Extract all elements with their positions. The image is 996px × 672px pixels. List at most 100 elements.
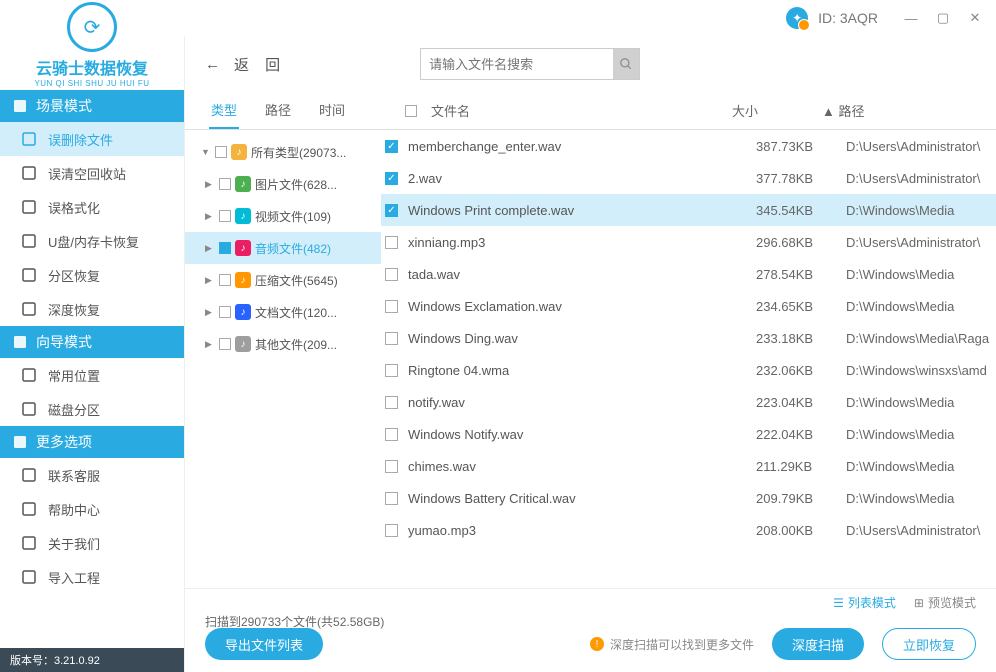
sidebar-item[interactable]: 关于我们 <box>0 526 184 560</box>
expand-icon[interactable]: ▶ <box>205 307 215 318</box>
export-list-button[interactable]: 导出文件列表 <box>205 628 323 660</box>
tree-checkbox[interactable] <box>219 178 231 190</box>
expand-icon[interactable]: ▶ <box>205 179 215 190</box>
file-row[interactable]: memberchange_enter.wav387.73KBD:\Users\A… <box>381 130 996 162</box>
file-checkbox[interactable] <box>385 236 398 249</box>
file-checkbox[interactable] <box>385 172 398 185</box>
file-row[interactable]: tada.wav278.54KBD:\Windows\Media <box>381 258 996 290</box>
sidebar-item[interactable]: 误清空回收站 <box>0 156 184 190</box>
expand-icon[interactable]: ▼ <box>201 147 211 157</box>
file-checkbox[interactable] <box>385 492 398 505</box>
filetype-icon: ♪ <box>235 176 251 192</box>
file-checkbox[interactable] <box>385 460 398 473</box>
logo: ⟳ 云骑士数据恢复 YUN QI SHI SHU JU HUI FU <box>0 0 184 90</box>
item-icon <box>20 500 38 518</box>
tree-node[interactable]: ▶♪压缩文件(5645) <box>185 264 381 296</box>
file-checkbox[interactable] <box>385 332 398 345</box>
file-size: 211.29KB <box>756 459 846 474</box>
sidebar-item[interactable]: 帮助中心 <box>0 492 184 526</box>
column-path[interactable]: ▲ 路径 <box>822 101 972 120</box>
file-row[interactable]: xinniang.mp3296.68KBD:\Users\Administrat… <box>381 226 996 258</box>
column-checkbox[interactable] <box>405 105 431 117</box>
tree-checkbox[interactable] <box>219 242 231 254</box>
expand-icon[interactable]: ▶ <box>205 339 215 350</box>
tree-checkbox[interactable] <box>215 146 227 158</box>
file-size: 387.73KB <box>756 139 846 154</box>
recover-button[interactable]: 立即恢复 <box>882 628 976 660</box>
file-checkbox[interactable] <box>385 268 398 281</box>
sidebar-header: 更多选项 <box>0 426 184 458</box>
file-path: D:\Users\Administrator\ <box>846 235 996 250</box>
file-checkbox[interactable] <box>385 524 398 537</box>
user-badge-icon[interactable]: ✦ <box>786 7 808 29</box>
file-row[interactable]: Windows Battery Critical.wav209.79KBD:\W… <box>381 482 996 514</box>
sidebar-item-label: 导入工程 <box>48 568 100 587</box>
sidebar-item[interactable]: 误删除文件 <box>0 122 184 156</box>
deep-scan-button[interactable]: 深度扫描 <box>772 628 864 660</box>
item-icon <box>20 466 38 484</box>
sidebar-item[interactable]: U盘/内存卡恢复 <box>0 224 184 258</box>
column-size[interactable]: 大小 <box>732 101 822 120</box>
close-button[interactable]: ✕ <box>964 7 986 29</box>
tree-node[interactable]: ▶ ♪图片文件(628... <box>185 168 381 200</box>
tree-node[interactable]: ▶♪音频文件(482) <box>185 232 381 264</box>
file-row[interactable]: Windows Ding.wav233.18KBD:\Windows\Media… <box>381 322 996 354</box>
item-icon <box>20 534 38 552</box>
file-checkbox[interactable] <box>385 300 398 313</box>
file-checkbox[interactable] <box>385 364 398 377</box>
preview-mode-button[interactable]: ⊞ 预览模式 <box>914 594 976 611</box>
search-button[interactable] <box>613 49 639 79</box>
file-row[interactable]: yumao.mp3208.00KBD:\Users\Administrator\ <box>381 514 996 546</box>
tree-label: 图片文件(628... <box>255 176 337 193</box>
tab[interactable]: 类型 <box>209 92 239 129</box>
file-row[interactable]: Windows Print complete.wav345.54KBD:\Win… <box>381 194 996 226</box>
sidebar-item[interactable]: 常用位置 <box>0 358 184 392</box>
sidebar-item[interactable]: 分区恢复 <box>0 258 184 292</box>
file-row[interactable]: 2.wav377.78KBD:\Users\Administrator\ <box>381 162 996 194</box>
expand-icon[interactable]: ▶ <box>205 243 215 254</box>
tree-label: 文档文件(120... <box>255 304 337 321</box>
list-mode-button[interactable]: ☰ 列表模式 <box>833 594 896 611</box>
maximize-button[interactable]: ▢ <box>932 7 954 29</box>
minimize-button[interactable]: — <box>900 7 922 29</box>
file-path: D:\Windows\Media <box>846 427 996 442</box>
tree-node[interactable]: ▶♪文档文件(120... <box>185 296 381 328</box>
tree-node[interactable]: ▼♪所有类型(29073... <box>185 136 381 168</box>
search-input[interactable] <box>421 57 613 72</box>
file-checkbox[interactable] <box>385 428 398 441</box>
tree-checkbox[interactable] <box>219 306 231 318</box>
tree-checkbox[interactable] <box>219 274 231 286</box>
file-name: 2.wav <box>408 171 756 186</box>
sidebar-item[interactable]: 联系客服 <box>0 458 184 492</box>
sidebar-item[interactable]: 深度恢复 <box>0 292 184 326</box>
column-filename[interactable]: 文件名 <box>431 101 732 120</box>
file-size: 377.78KB <box>756 171 846 186</box>
back-button[interactable]: ← 返 回 <box>205 54 286 75</box>
tab[interactable]: 时间 <box>317 92 347 129</box>
file-checkbox[interactable] <box>385 140 398 153</box>
tab[interactable]: 路径 <box>263 92 293 129</box>
file-row[interactable]: notify.wav223.04KBD:\Windows\Media <box>381 386 996 418</box>
file-checkbox[interactable] <box>385 396 398 409</box>
file-row[interactable]: Windows Exclamation.wav234.65KBD:\Window… <box>381 290 996 322</box>
sidebar-item[interactable]: 磁盘分区 <box>0 392 184 426</box>
expand-icon[interactable]: ▶ <box>205 211 215 222</box>
tree-node[interactable]: ▶♪其他文件(209... <box>185 328 381 360</box>
file-checkbox[interactable] <box>385 204 398 217</box>
file-path: D:\Windows\Media <box>846 203 996 218</box>
sidebar-item[interactable]: 误格式化 <box>0 190 184 224</box>
sidebar-item-label: 误清空回收站 <box>48 164 126 183</box>
file-row[interactable]: Windows Notify.wav222.04KBD:\Windows\Med… <box>381 418 996 450</box>
item-icon <box>20 266 38 284</box>
file-size: 234.65KB <box>756 299 846 314</box>
tree-checkbox[interactable] <box>219 338 231 350</box>
file-row[interactable]: chimes.wav211.29KBD:\Windows\Media <box>381 450 996 482</box>
logo-icon: ⟳ <box>67 2 117 52</box>
sidebar-item-label: U盘/内存卡恢复 <box>48 232 139 251</box>
file-row[interactable]: Ringtone 04.wma232.06KBD:\Windows\winsxs… <box>381 354 996 386</box>
sidebar-item[interactable]: 导入工程 <box>0 560 184 594</box>
tree-node[interactable]: ▶♪视频文件(109) <box>185 200 381 232</box>
expand-icon[interactable]: ▶ <box>205 275 215 286</box>
tree-checkbox[interactable] <box>219 210 231 222</box>
sidebar-header: 向导模式 <box>0 326 184 358</box>
